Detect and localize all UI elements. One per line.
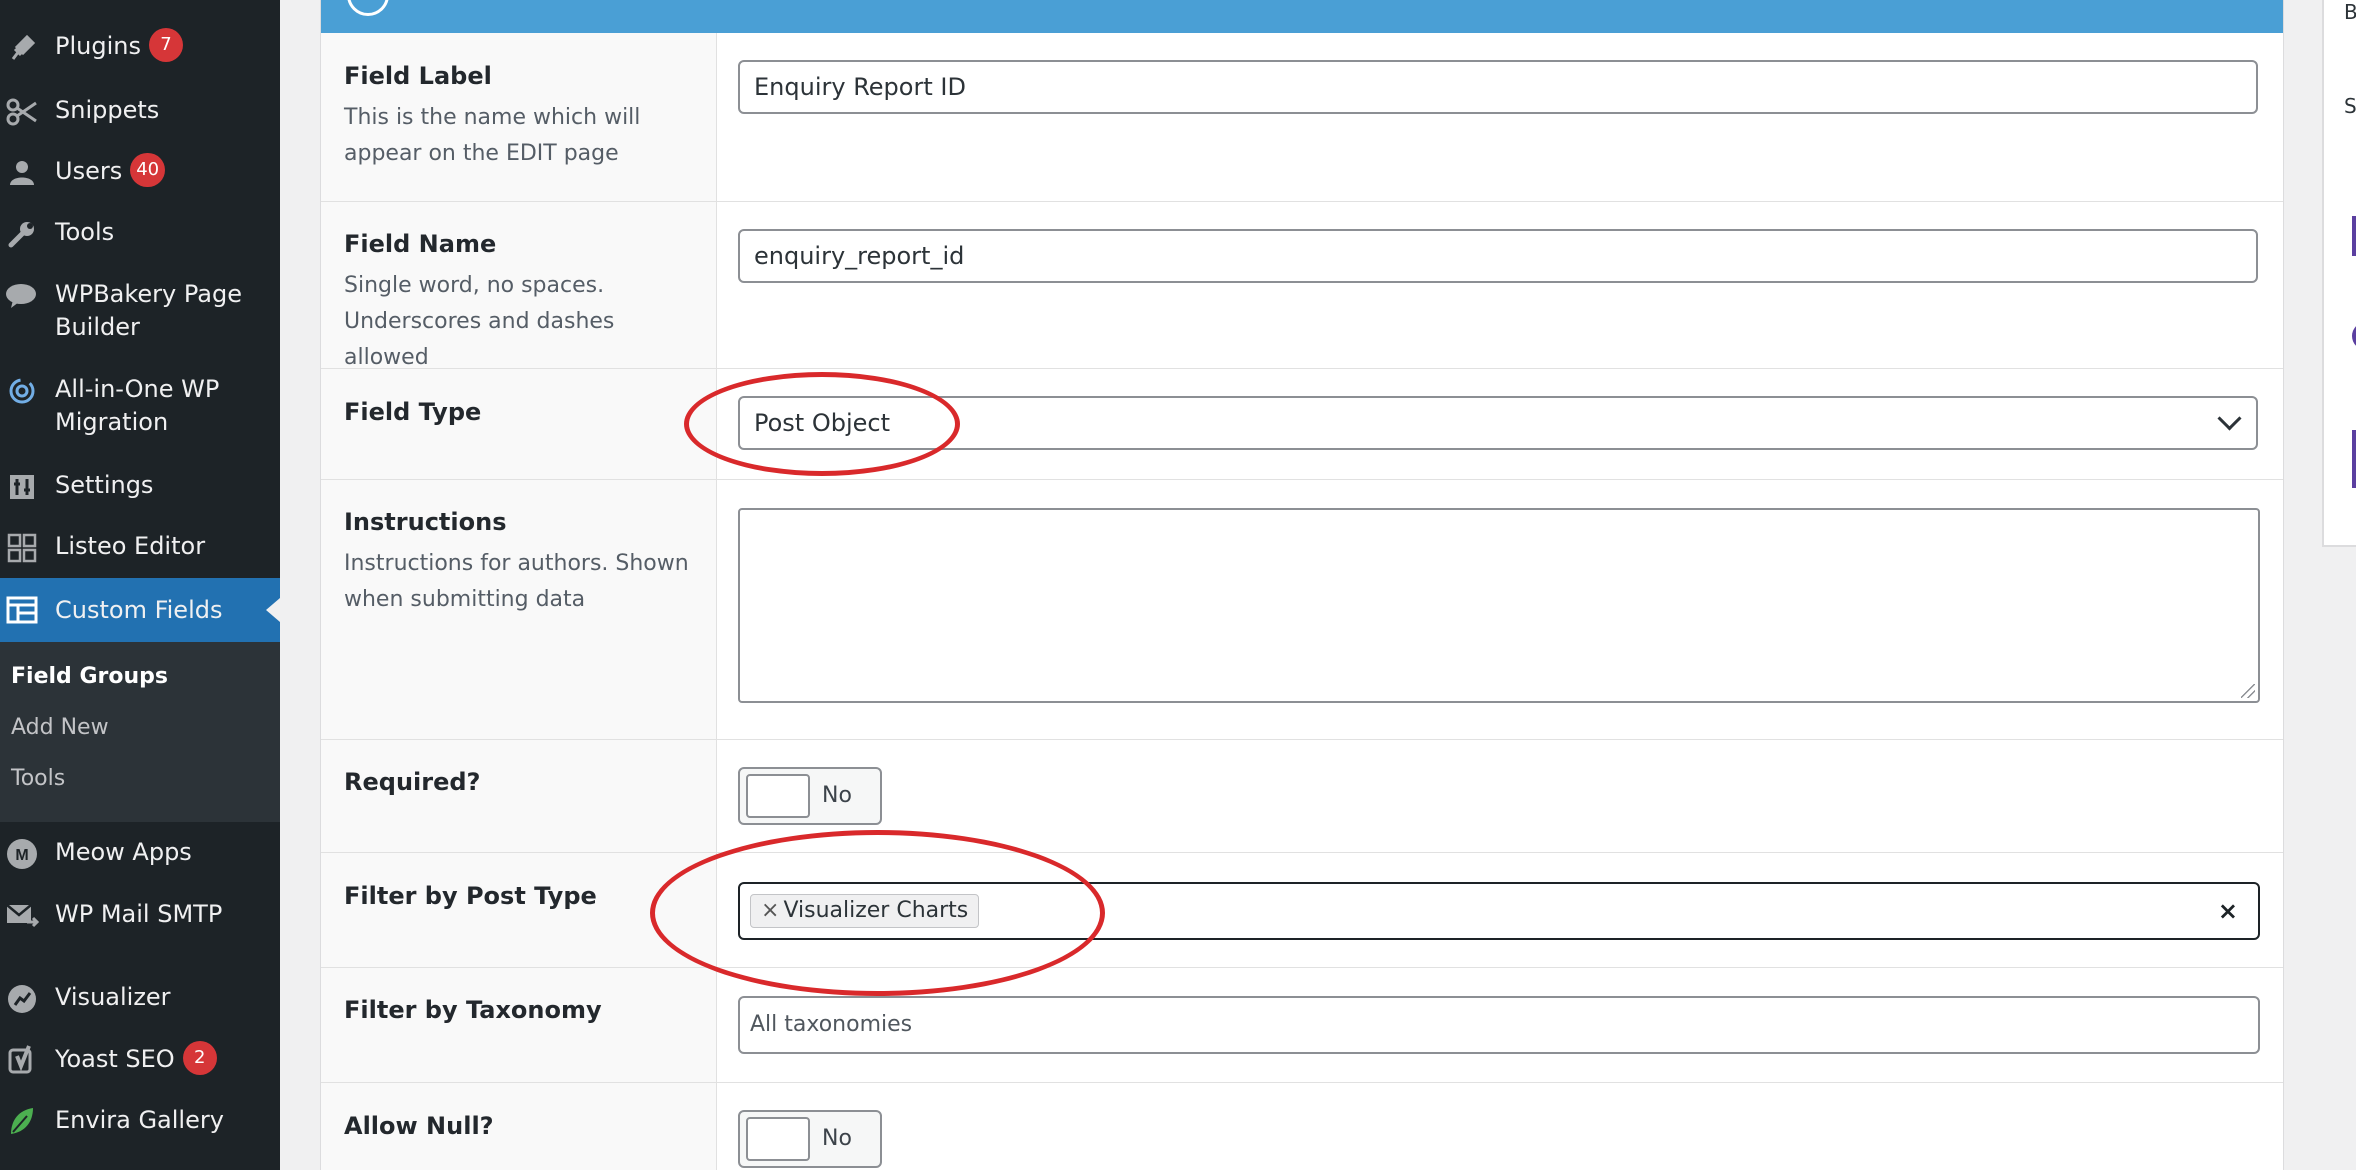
update-count-badge: 7 xyxy=(148,28,183,62)
menu-label: Snippets xyxy=(55,96,160,124)
required-toggle[interactable]: No xyxy=(738,767,882,825)
field-label-input[interactable]: Enquiry Report ID xyxy=(738,60,2258,114)
users-icon xyxy=(4,155,40,191)
menu-item-plugins[interactable]: Plugins 7 xyxy=(0,28,280,70)
user-count-badge: 40 xyxy=(130,153,166,187)
menu-label: All-in-One WP Migration xyxy=(55,375,220,436)
chart-icon xyxy=(4,981,40,1017)
toggle-state-label: No xyxy=(822,783,852,808)
custom-fields-submenu: Field Groups Add New Tools xyxy=(0,642,280,822)
field-type-value: Post Object xyxy=(754,409,891,437)
submenu-item-tools[interactable]: Tools xyxy=(11,766,65,791)
field-name-input[interactable]: enquiry_report_id xyxy=(738,229,2258,283)
menu-item-wpbakery[interactable]: WPBakery Page Builder xyxy=(0,278,280,348)
field-name-title: Field Name xyxy=(344,230,497,258)
scissors-icon xyxy=(4,94,40,130)
field-label-description: This is the name which will appear on th… xyxy=(344,105,641,166)
menu-item-yoast-seo[interactable]: Yoast SEO 2 xyxy=(0,1041,280,1083)
menu-label: Tools xyxy=(55,218,115,246)
right-panel-accent xyxy=(2352,216,2356,256)
instructions-textarea[interactable] xyxy=(738,508,2260,703)
menu-item-envira-gallery[interactable]: Envira Gallery xyxy=(0,1104,280,1144)
allow-null-title: Allow Null? xyxy=(344,1112,494,1140)
menu-label: WP Mail SMTP xyxy=(55,900,223,928)
menu-item-snippets[interactable]: Snippets xyxy=(0,94,280,134)
grid-icon xyxy=(4,530,40,566)
submenu-item-add-new[interactable]: Add New xyxy=(11,715,109,740)
label-column xyxy=(321,968,717,1082)
menu-label: Meow Apps xyxy=(55,838,192,866)
menu-item-visualizer[interactable]: Visualizer xyxy=(0,981,280,1021)
toggle-knob xyxy=(746,1117,810,1161)
menu-item-users[interactable]: Users 40 xyxy=(0,153,280,195)
wrench-icon xyxy=(4,216,40,252)
menu-label: Envira Gallery xyxy=(55,1106,224,1134)
field-settings-panel: Field Label This is the name which will … xyxy=(320,0,2284,1170)
notification-badge: 2 xyxy=(182,1041,217,1075)
menu-label: Listeo Editor xyxy=(55,532,206,560)
clear-selection-icon[interactable]: × xyxy=(2218,884,2238,938)
remove-chip-icon[interactable]: × xyxy=(761,898,779,923)
field-name-description: Single word, no spaces. Underscores and … xyxy=(344,273,615,370)
menu-label: Custom Fields xyxy=(55,596,223,624)
filter-post-type-title: Filter by Post Type xyxy=(344,882,597,910)
field-type-title: Field Type xyxy=(344,398,482,426)
toggle-state-label: No xyxy=(822,1126,852,1151)
submenu-item-field-groups[interactable]: Field Groups xyxy=(11,664,168,689)
menu-item-listeo-editor[interactable]: Listeo Editor xyxy=(0,530,280,570)
field-type-select[interactable]: Post Object xyxy=(738,396,2258,450)
menu-item-tools[interactable]: Tools xyxy=(0,216,280,256)
right-side-panel: B S xyxy=(2322,0,2356,547)
right-panel-text: S xyxy=(2344,94,2356,118)
resize-handle-icon[interactable] xyxy=(2241,684,2255,698)
allow-null-toggle[interactable]: No xyxy=(738,1110,882,1168)
wpbakery-icon xyxy=(4,278,40,314)
instructions-title: Instructions xyxy=(344,508,507,536)
right-panel-accent xyxy=(2352,430,2356,488)
selected-post-type-chip: × Visualizer Charts xyxy=(750,894,980,928)
menu-label: Settings xyxy=(55,471,154,499)
mail-icon xyxy=(4,898,40,934)
field-header-bar xyxy=(321,0,2283,33)
menu-item-meow-apps[interactable]: M Meow Apps xyxy=(0,836,280,876)
menu-item-wp-mail-smtp[interactable]: WP Mail SMTP xyxy=(0,898,280,938)
filter-taxonomy-title: Filter by Taxonomy xyxy=(344,996,602,1024)
required-title: Required? xyxy=(344,768,481,796)
plugin-icon xyxy=(4,30,40,66)
menu-label: Yoast SEO xyxy=(55,1045,175,1073)
menu-label: Plugins xyxy=(55,32,141,60)
migration-icon xyxy=(4,373,40,409)
chevron-down-icon xyxy=(2217,406,2242,431)
yoast-icon xyxy=(4,1043,40,1079)
instructions-description: Instructions for authors. Shown when sub… xyxy=(344,551,689,612)
label-column xyxy=(321,740,717,852)
chip-label: Visualizer Charts xyxy=(783,898,969,923)
field-label-title: Field Label xyxy=(344,62,492,90)
toggle-knob xyxy=(746,774,810,818)
taxonomy-select[interactable]: All taxonomies xyxy=(738,996,2260,1054)
menu-item-settings[interactable]: Settings xyxy=(0,469,280,509)
menu-item-all-in-one-migration[interactable]: All-in-One WP Migration xyxy=(0,373,280,443)
menu-item-custom-fields[interactable]: Custom Fields xyxy=(0,578,280,642)
settings-icon xyxy=(4,469,40,505)
label-column xyxy=(321,853,717,967)
svg-text:M: M xyxy=(15,847,28,864)
right-panel-dot xyxy=(2352,322,2356,350)
post-type-multiselect[interactable]: × Visualizer Charts × xyxy=(738,882,2260,940)
menu-label: WPBakery Page Builder xyxy=(55,280,242,341)
menu-label: Users xyxy=(55,157,123,185)
meow-icon: M xyxy=(4,836,40,872)
menu-label: Visualizer xyxy=(55,983,171,1011)
right-panel-text: B xyxy=(2344,0,2356,24)
admin-sidebar: Plugins 7 Snippets Users 40 Tools WPBakery… xyxy=(0,0,280,1170)
current-menu-arrow xyxy=(266,598,280,622)
table-icon xyxy=(4,592,40,628)
field-order-circle xyxy=(347,0,389,16)
leaf-icon xyxy=(4,1104,40,1140)
